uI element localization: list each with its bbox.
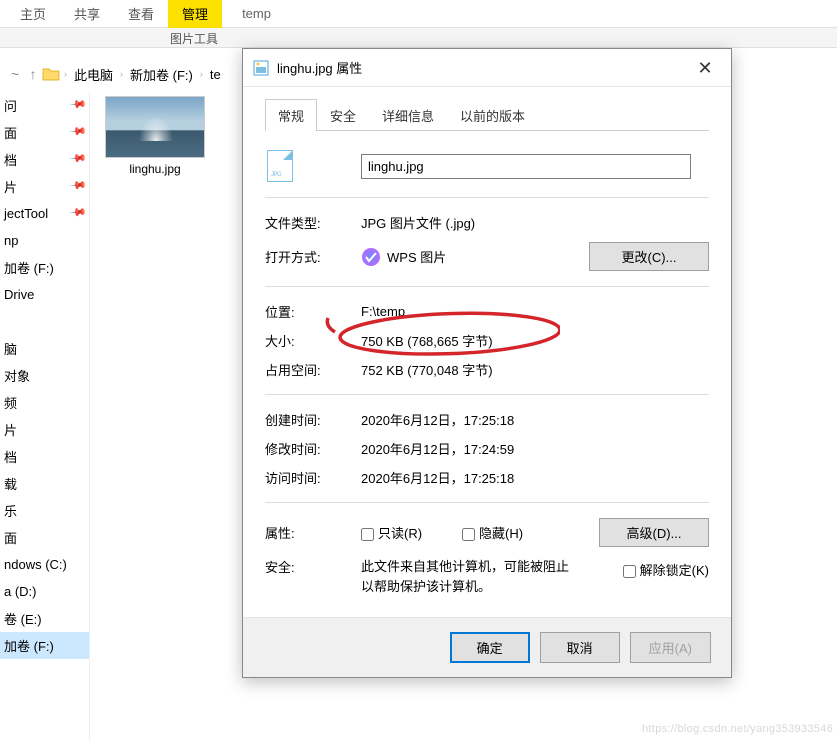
readonly-checkbox-label[interactable]: 只读(R): [361, 523, 422, 542]
value-accessed: 2020年6月12日，17:25:18: [361, 468, 514, 487]
label-location: 位置:: [265, 302, 361, 321]
watermark: https://blog.csdn.net/yang353933546: [642, 723, 833, 735]
value-modified: 2020年6月12日，17:24:59: [361, 439, 514, 458]
crumb-folder[interactable]: te: [207, 67, 224, 82]
sidebar: 问📌面📌档📌片📌jectTool📌np加卷 (F:)Drive脑对象频片档载乐面…: [0, 92, 90, 741]
properties-tabstrip: 常规 安全 详细信息 以前的版本: [265, 99, 709, 131]
label-size-on-disk: 占用空间:: [265, 360, 361, 379]
breadcrumb-folder-label: temp: [222, 6, 271, 21]
advanced-button[interactable]: 高级(D)...: [599, 518, 709, 547]
properties-dialog: linghu.jpg 属性 ✕ 常规 安全 详细信息 以前的版本 JPG 文件类…: [242, 48, 732, 678]
pin-icon: 📌: [69, 95, 90, 116]
pin-icon: 📌: [69, 203, 90, 224]
filename-input[interactable]: [361, 154, 691, 179]
tab-previous-versions[interactable]: 以前的版本: [447, 99, 538, 131]
value-security-text: 此文件来自其他计算机，可能被阻止以帮助保护该计算机。: [361, 557, 581, 596]
change-button[interactable]: 更改(C)...: [589, 242, 709, 271]
image-file-icon: [253, 60, 269, 76]
sidebar-item[interactable]: 面: [0, 524, 89, 551]
value-openwith: WPS 图片: [387, 247, 446, 266]
crumb-pc[interactable]: 此电脑: [71, 65, 116, 84]
tab-share[interactable]: 共享: [60, 0, 114, 28]
sidebar-item[interactable]: 加卷 (F:): [0, 632, 89, 659]
hidden-checkbox-label[interactable]: 隐藏(H): [462, 523, 523, 542]
close-icon[interactable]: ✕: [689, 59, 721, 77]
sidebar-item[interactable]: 问📌: [0, 92, 89, 119]
label-accessed: 访问时间:: [265, 468, 361, 487]
hidden-checkbox[interactable]: [462, 528, 475, 541]
sidebar-item[interactable]: 档📌: [0, 146, 89, 173]
value-size: 750 KB (768,665 字节): [361, 331, 493, 350]
apply-button[interactable]: 应用(A): [630, 632, 711, 663]
label-security: 安全:: [265, 557, 361, 576]
ok-button[interactable]: 确定: [450, 632, 530, 663]
pin-icon: 📌: [69, 122, 90, 143]
sidebar-item[interactable]: [0, 308, 89, 335]
sidebar-item[interactable]: 加卷 (F:): [0, 254, 89, 281]
dialog-title: linghu.jpg 属性: [277, 58, 362, 77]
file-thumbnail-item[interactable]: linghu.jpg: [95, 96, 215, 176]
chevron-right-icon: ›: [116, 69, 127, 79]
value-filetype: JPG 图片文件 (.jpg): [361, 213, 475, 232]
sidebar-item[interactable]: 片📌: [0, 173, 89, 200]
file-type-icon: JPG: [267, 150, 293, 182]
wps-icon: [361, 247, 381, 267]
chevron-right-icon: ›: [60, 69, 71, 79]
sidebar-item[interactable]: 载: [0, 470, 89, 497]
dialog-titlebar: linghu.jpg 属性 ✕: [243, 49, 731, 87]
value-size-on-disk: 752 KB (770,048 字节): [361, 360, 493, 379]
tab-home[interactable]: 主页: [6, 0, 60, 28]
sidebar-item[interactable]: 面📌: [0, 119, 89, 146]
sidebar-item[interactable]: a (D:): [0, 578, 89, 605]
pin-icon: 📌: [69, 149, 90, 170]
tab-security[interactable]: 安全: [317, 99, 369, 131]
unblock-checkbox-label[interactable]: 解除锁定(K): [623, 560, 709, 596]
folder-icon: [42, 66, 60, 82]
tab-details[interactable]: 详细信息: [369, 99, 447, 131]
tab-general[interactable]: 常规: [265, 99, 317, 131]
label-size: 大小:: [265, 331, 361, 350]
chevron-right-icon: ›: [196, 69, 207, 79]
cancel-button[interactable]: 取消: [540, 632, 620, 663]
sidebar-item[interactable]: 片: [0, 416, 89, 443]
sidebar-item[interactable]: ndows (C:): [0, 551, 89, 578]
sidebar-item[interactable]: np: [0, 227, 89, 254]
content-pane: linghu.jpg: [95, 92, 240, 176]
sidebar-item[interactable]: 脑: [0, 335, 89, 362]
value-created: 2020年6月12日，17:25:18: [361, 410, 514, 429]
dialog-footer: 确定 取消 应用(A): [243, 617, 731, 677]
ribbon-panel: 图片工具: [0, 28, 837, 48]
tab-pic-tools-header[interactable]: 管理: [168, 0, 222, 28]
thumbnail-image: [105, 96, 205, 158]
nav-up-icon[interactable]: ↑: [24, 66, 42, 82]
pic-tools-label: 图片工具: [170, 30, 218, 47]
value-location: F:\temp: [361, 304, 405, 319]
label-modified: 修改时间:: [265, 439, 361, 458]
sidebar-item[interactable]: 乐: [0, 497, 89, 524]
nav-back-disabled: ~: [6, 66, 24, 82]
sidebar-item[interactable]: 档: [0, 443, 89, 470]
sidebar-item[interactable]: jectTool📌: [0, 200, 89, 227]
sidebar-item[interactable]: 对象: [0, 362, 89, 389]
label-filetype: 文件类型:: [265, 213, 361, 232]
crumb-drive[interactable]: 新加卷 (F:): [127, 65, 196, 84]
pin-icon: 📌: [69, 176, 90, 197]
thumbnail-caption: linghu.jpg: [95, 162, 215, 176]
unblock-checkbox[interactable]: [623, 565, 636, 578]
tab-view[interactable]: 查看: [114, 0, 168, 28]
readonly-checkbox[interactable]: [361, 528, 374, 541]
ribbon-tabs: 主页 共享 查看 管理 temp: [0, 0, 837, 28]
sidebar-item[interactable]: 频: [0, 389, 89, 416]
sidebar-item[interactable]: 卷 (E:): [0, 605, 89, 632]
label-attributes: 属性:: [265, 523, 361, 542]
label-created: 创建时间:: [265, 410, 361, 429]
sidebar-item[interactable]: Drive: [0, 281, 89, 308]
label-openwith: 打开方式:: [265, 247, 361, 266]
